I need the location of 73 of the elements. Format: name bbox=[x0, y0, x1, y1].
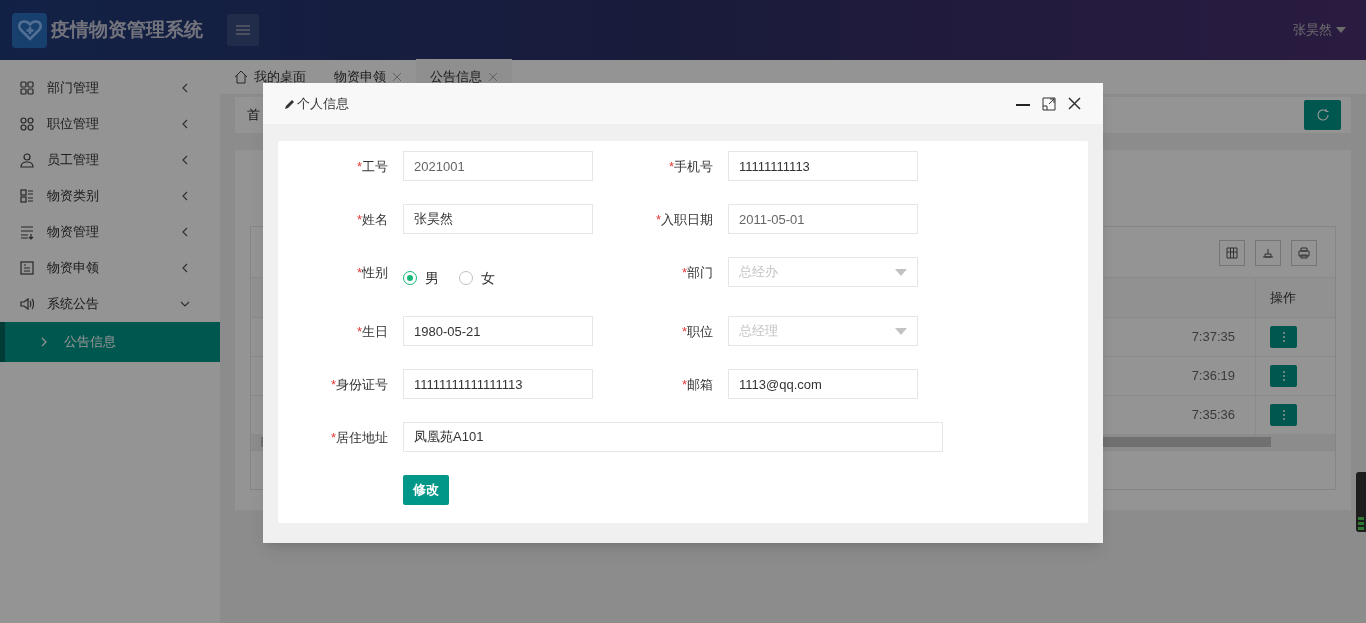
print-icon[interactable] bbox=[1291, 240, 1317, 266]
sidebar-item[interactable]: 部门管理 bbox=[0, 70, 220, 106]
dialog-title: 个人信息 bbox=[297, 94, 349, 113]
chevron-left-icon bbox=[180, 227, 190, 237]
more-icon bbox=[1282, 410, 1285, 420]
field-label: *职位 bbox=[680, 323, 713, 341]
radio-option[interactable]: 男 bbox=[403, 267, 439, 289]
refresh-button[interactable] bbox=[1304, 100, 1341, 130]
table-cell-text: 7:36:19 bbox=[1191, 367, 1236, 386]
table-cell-text: 7:37:35 bbox=[1191, 328, 1236, 347]
chevron-down-icon bbox=[180, 299, 190, 309]
input-field[interactable]: 1113@qq.com bbox=[728, 369, 918, 399]
field-label: *姓名 bbox=[355, 211, 388, 229]
field-label: *生日 bbox=[355, 323, 388, 341]
chevron-right-icon bbox=[40, 337, 48, 347]
heart-logo-icon bbox=[12, 12, 47, 48]
menu-icon bbox=[236, 25, 250, 35]
sidebar-item[interactable]: 物资申领 bbox=[0, 250, 220, 286]
field-label: *身份证号 bbox=[329, 376, 388, 394]
maximize-icon[interactable] bbox=[1042, 96, 1056, 111]
speaker-icon bbox=[19, 296, 35, 312]
field-label: *邮箱 bbox=[680, 376, 713, 394]
radio-option[interactable]: 女 bbox=[459, 267, 495, 289]
refresh-icon bbox=[1315, 108, 1330, 122]
meter-widget-icon bbox=[1356, 472, 1366, 532]
sidebar-item[interactable]: 物资管理 bbox=[0, 214, 220, 250]
more-button[interactable] bbox=[1270, 365, 1297, 387]
app-title: 疫情物资管理系统 bbox=[51, 17, 203, 42]
field-label: *性别 bbox=[355, 264, 388, 282]
sidebar-item[interactable]: 系统公告 bbox=[0, 286, 220, 322]
pencil-icon bbox=[285, 98, 295, 109]
chevron-left-icon bbox=[180, 83, 190, 93]
caret-icon bbox=[895, 327, 907, 335]
input-field[interactable]: 1980-05-21 bbox=[403, 316, 593, 346]
chevron-left-icon bbox=[180, 263, 190, 273]
input-field[interactable]: 凤凰苑A101 bbox=[403, 422, 943, 452]
chevron-left-icon bbox=[180, 191, 190, 201]
field-label: *手机号 bbox=[667, 158, 713, 176]
sidebar-item[interactable]: 物资类别 bbox=[0, 178, 220, 214]
chevron-left-icon bbox=[180, 155, 190, 165]
chevron-left-icon bbox=[180, 119, 190, 129]
export-icon[interactable] bbox=[1255, 240, 1281, 266]
table-cell-text: 7:35:36 bbox=[1191, 406, 1236, 425]
field-label: *入职日期 bbox=[654, 211, 713, 229]
input-field[interactable]: 11111111111111113 bbox=[403, 369, 593, 399]
clover-icon bbox=[19, 116, 35, 132]
card-icon bbox=[19, 260, 35, 276]
page-tab[interactable]: 物资申领 bbox=[320, 59, 416, 94]
user-icon bbox=[19, 152, 35, 168]
home-icon bbox=[234, 69, 248, 84]
list-icon bbox=[19, 224, 35, 240]
close-icon[interactable] bbox=[1068, 97, 1081, 110]
list-icon bbox=[19, 188, 35, 204]
sidebar-item[interactable]: 职位管理 bbox=[0, 106, 220, 142]
more-button[interactable] bbox=[1270, 404, 1297, 426]
more-button[interactable] bbox=[1270, 326, 1297, 348]
columns-icon[interactable] bbox=[1219, 240, 1245, 266]
breadcrumb-link[interactable]: 首 bbox=[247, 105, 260, 125]
sidebar-item[interactable]: 员工管理 bbox=[0, 142, 220, 178]
page-tab[interactable]: 我的桌面 bbox=[220, 59, 320, 94]
user-menu[interactable]: 张昊然 bbox=[1293, 20, 1346, 40]
field-label: *部门 bbox=[680, 264, 713, 282]
menu-button[interactable] bbox=[227, 14, 259, 46]
field-label: *工号 bbox=[355, 158, 388, 176]
field-label: *居住地址 bbox=[329, 429, 388, 447]
input-field[interactable]: 11111111113 bbox=[728, 151, 918, 181]
sidebar-subitem[interactable]: 公告信息 bbox=[0, 322, 220, 362]
submit-button[interactable]: 修改 bbox=[403, 475, 449, 505]
more-icon bbox=[1282, 332, 1285, 342]
grid-icon bbox=[19, 80, 35, 96]
more-icon bbox=[1282, 371, 1285, 381]
caret-icon bbox=[1336, 27, 1346, 33]
input-field[interactable]: 张昊然 bbox=[403, 204, 593, 234]
